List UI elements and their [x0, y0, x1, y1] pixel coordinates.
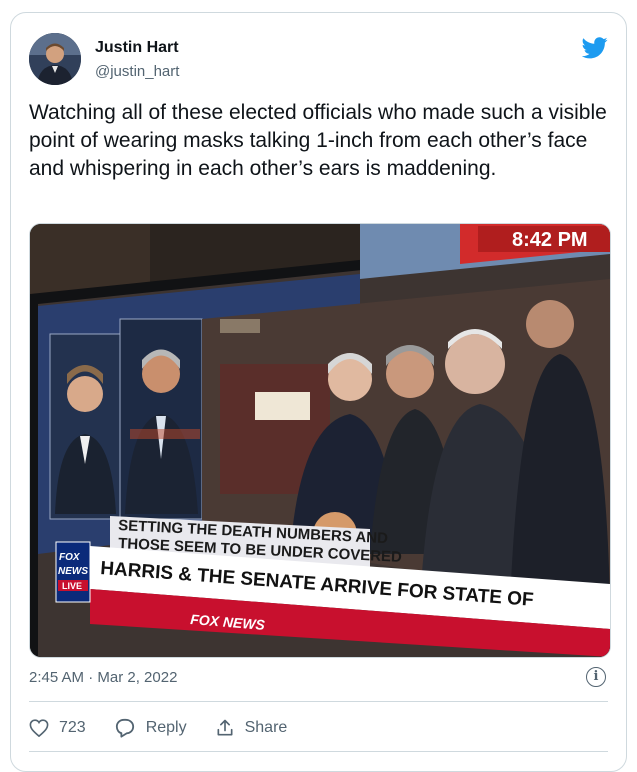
heart-icon: [29, 719, 49, 737]
tv-broadcast-photo: SETTING THE DEATH NUMBERS AND THOSE SEEM…: [30, 224, 610, 657]
author-handle[interactable]: @justin_hart: [95, 63, 179, 80]
network-logo: FOX: [59, 552, 81, 563]
like-button[interactable]: 723: [29, 719, 86, 737]
divider: [29, 751, 608, 752]
divider: [29, 701, 608, 702]
avatar[interactable]: [29, 33, 81, 85]
broadcast-clock: 8:42 PM: [512, 229, 588, 251]
like-count: 723: [59, 719, 86, 736]
share-button[interactable]: Share: [215, 718, 288, 738]
tweet-text: Watching all of these elected officials …: [29, 101, 607, 180]
tweet-timestamp[interactable]: 2:45 AM · Mar 2, 2022: [29, 669, 177, 686]
share-label: Share: [244, 719, 288, 736]
tweet-card: Justin Hart @justin_hart Watching all of…: [10, 12, 627, 772]
info-icon[interactable]: i: [586, 667, 606, 687]
reply-icon: [115, 718, 134, 738]
svg-text:NEWS: NEWS: [58, 566, 88, 577]
tweet-photo[interactable]: SETTING THE DEATH NUMBERS AND THOSE SEEM…: [29, 223, 611, 658]
reply-button[interactable]: Reply: [114, 718, 187, 738]
reply-label: Reply: [145, 719, 187, 736]
live-label: LIVE: [62, 581, 82, 591]
author-name[interactable]: Justin Hart: [95, 39, 179, 57]
twitter-bird-icon[interactable]: [582, 37, 608, 59]
action-bar: 723 Reply Share: [29, 713, 315, 743]
share-icon: [217, 719, 233, 736]
